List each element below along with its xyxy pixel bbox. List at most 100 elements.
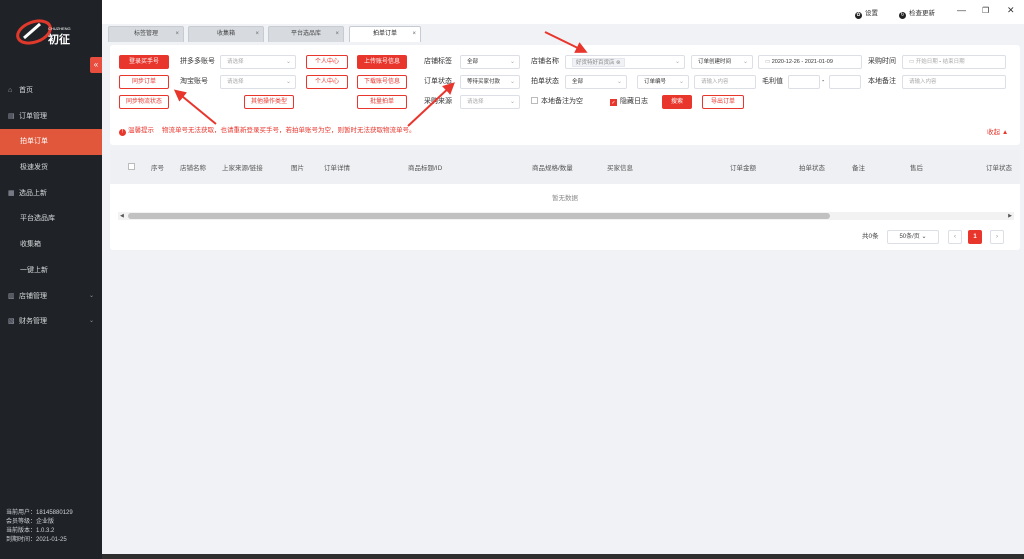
personal-center-button-taobao[interactable]: 个人中心	[306, 75, 348, 89]
warning-tip: ! 温馨提示 物流单号无法获取，也请重新登录买手号，若拍单账号为空，则暂时无法获取物…	[119, 125, 416, 137]
select-value: 订单编号	[644, 79, 667, 85]
upload-account-button[interactable]: 上传账号信息	[357, 55, 407, 69]
page-size-select[interactable]: 50条/页 ⌄	[887, 230, 939, 244]
sidebar-collapse-button[interactable]: «	[90, 57, 102, 73]
refresh-icon: ↻	[899, 12, 906, 19]
collapse-link[interactable]: 收起 ▲	[987, 127, 1008, 139]
tab-label: 拍单订单	[372, 31, 397, 37]
calendar-icon: ▭	[909, 59, 916, 65]
batch-order-button[interactable]: 批量拍单	[357, 95, 407, 109]
window-topbar: ✿ 设置 ↻ 检查更新 — ❐ ✕	[102, 0, 1024, 24]
close-button[interactable]: ✕	[1007, 5, 1015, 16]
chevron-down-icon: ⌄	[88, 318, 94, 325]
sidebar-item-fast-ship[interactable]: 极速发货	[0, 155, 102, 181]
warning-title: 温馨提示	[128, 127, 154, 134]
order-no-input[interactable]: 请输入内容	[694, 75, 756, 89]
close-icon[interactable]: ×	[175, 27, 179, 42]
chevron-down-icon: ⌄	[509, 59, 515, 65]
checkbox-checked[interactable]: ✓	[610, 99, 617, 106]
close-icon[interactable]: ×	[412, 27, 416, 42]
sync-logistics-button[interactable]: 同步物流状态	[119, 95, 169, 109]
pdd-account-select[interactable]: 请选择 ⌄	[220, 55, 296, 69]
order-status-select[interactable]: 等待买家付款 ⌄	[460, 75, 520, 89]
store-tag-select[interactable]: 全部 ⌄	[460, 55, 520, 69]
tab-tag-management[interactable]: 标签管理 ×	[108, 26, 184, 42]
column-header: 售后	[910, 165, 923, 172]
checkbox[interactable]	[531, 97, 538, 104]
store-name-select[interactable]: 好货特好百货店 ⊗ ⌄	[565, 55, 685, 69]
order-no-type-select[interactable]: 订单编号 ⌄	[637, 75, 689, 89]
sidebar-item-home[interactable]: ⌂ 首页	[0, 78, 102, 104]
sync-order-button[interactable]: 同步订单	[119, 75, 169, 89]
column-header: 拍单状态	[799, 165, 825, 172]
store-name-label: 店铺名称	[531, 58, 559, 65]
scroll-left-icon[interactable]: ◀	[120, 212, 124, 220]
close-icon[interactable]: ×	[335, 27, 339, 42]
column-header: 订单详情	[324, 165, 350, 172]
order-status2-select[interactable]: 全部 ⌄	[565, 75, 627, 89]
sidebar-item-finance-management[interactable]: ▧ 财务管理 ⌄	[0, 309, 102, 335]
sidebar-item-product-new[interactable]: ▦ 选品上新	[0, 181, 102, 207]
select-value: 等待买家付款	[467, 79, 501, 85]
gross-profit-max-input[interactable]	[829, 75, 861, 89]
personal-center-button-pdd[interactable]: 个人中心	[306, 55, 348, 69]
close-icon[interactable]: ⊗	[616, 60, 621, 66]
sidebar-item-store-management[interactable]: ▥ 店铺管理 ⌄	[0, 284, 102, 310]
select-placeholder: 请选择	[227, 59, 244, 65]
sidebar-item-platform-library[interactable]: 平台选品库	[0, 206, 102, 232]
other-ops-button[interactable]: 其他操作类型	[244, 95, 294, 109]
collapse-label: 收起	[987, 129, 1000, 136]
sidebar-item-collection-box[interactable]: 收集箱	[0, 232, 102, 258]
column-header: 买家信息	[607, 165, 633, 172]
gross-profit-min-input[interactable]	[788, 75, 820, 89]
tab-order-purchase[interactable]: 拍单订单 ×	[349, 26, 421, 42]
local-note-empty-checkbox[interactable]: 本地备注为空	[531, 95, 583, 109]
gross-profit-sep: -	[822, 78, 825, 85]
alert-icon: !	[119, 129, 126, 136]
export-order-button[interactable]: 导出订单	[702, 95, 744, 109]
column-header: 订单金额	[730, 165, 756, 172]
sidebar-item-order-management[interactable]: ▤ 订单管理	[0, 104, 102, 130]
tab-collection-box[interactable]: 收集箱 ×	[188, 26, 264, 42]
taobao-account-select[interactable]: 请选择 ⌄	[220, 75, 296, 89]
download-account-button[interactable]: 下载账号信息	[357, 75, 407, 89]
taskbar-strip	[102, 554, 1024, 559]
prev-page-button[interactable]: ‹	[948, 230, 962, 244]
purchase-date-range[interactable]: ▭ 开始日期 - 结束日期	[902, 55, 1006, 69]
page-number-button[interactable]: 1	[968, 230, 982, 244]
gear-icon: ✿	[855, 12, 862, 19]
next-page-button[interactable]: ›	[990, 230, 1004, 244]
restore-button[interactable]: ❐	[982, 6, 989, 15]
sidebar: CHUZHENG 初征 « ⌂ 首页 ▤ 订单管理 拍单订单 极速发货 ▦ 选品上新 …	[0, 0, 102, 559]
sidebar-item-label: 财务管理	[19, 318, 47, 326]
sidebar-item-label: 拍单订单	[20, 138, 48, 146]
horizontal-scrollbar[interactable]: ◀ ▶	[118, 212, 1014, 220]
order-time-select[interactable]: 订单创建时间 ⌄	[691, 55, 753, 69]
login-buyer-button[interactable]: 登录买手号	[119, 55, 169, 69]
check-update-label: 检查更新	[909, 10, 935, 17]
chevron-down-icon: ⌄	[674, 59, 680, 65]
purchase-source-select[interactable]: 请选择 ⌄	[460, 95, 520, 109]
pagination-total: 共0条	[862, 233, 879, 240]
select-all-checkbox[interactable]	[128, 163, 135, 170]
order-status2-label: 拍单状态	[531, 78, 559, 85]
order-date-range[interactable]: ▭ 2020-12-26 - 2021-01-09	[758, 55, 862, 69]
chevron-down-icon: ⌄	[678, 79, 684, 85]
chevron-down-icon: ⌄	[742, 59, 748, 65]
tab-platform-library[interactable]: 平台选品库 ×	[268, 26, 344, 42]
scroll-right-icon[interactable]: ▶	[1008, 212, 1012, 220]
local-note-input[interactable]: 请输入内容	[902, 75, 1006, 89]
minimize-button[interactable]: —	[957, 5, 966, 15]
scrollbar-thumb[interactable]	[128, 213, 830, 219]
check-update-button[interactable]: ↻ 检查更新	[899, 7, 935, 19]
hide-log-checkbox[interactable]: ✓ 隐藏日志	[610, 95, 648, 109]
sidebar-item-label: 选品上新	[19, 189, 47, 197]
sidebar-item-label: 平台选品库	[20, 215, 55, 223]
tab-label: 标签管理	[133, 31, 158, 37]
sidebar-item-label: 收集箱	[20, 241, 41, 249]
sidebar-item-one-click-new[interactable]: 一键上新	[0, 258, 102, 284]
search-button[interactable]: 搜索	[662, 95, 692, 109]
close-icon[interactable]: ×	[255, 27, 259, 42]
settings-button[interactable]: ✿ 设置	[855, 7, 878, 19]
sidebar-item-order-purchase[interactable]: 拍单订单	[0, 129, 102, 156]
